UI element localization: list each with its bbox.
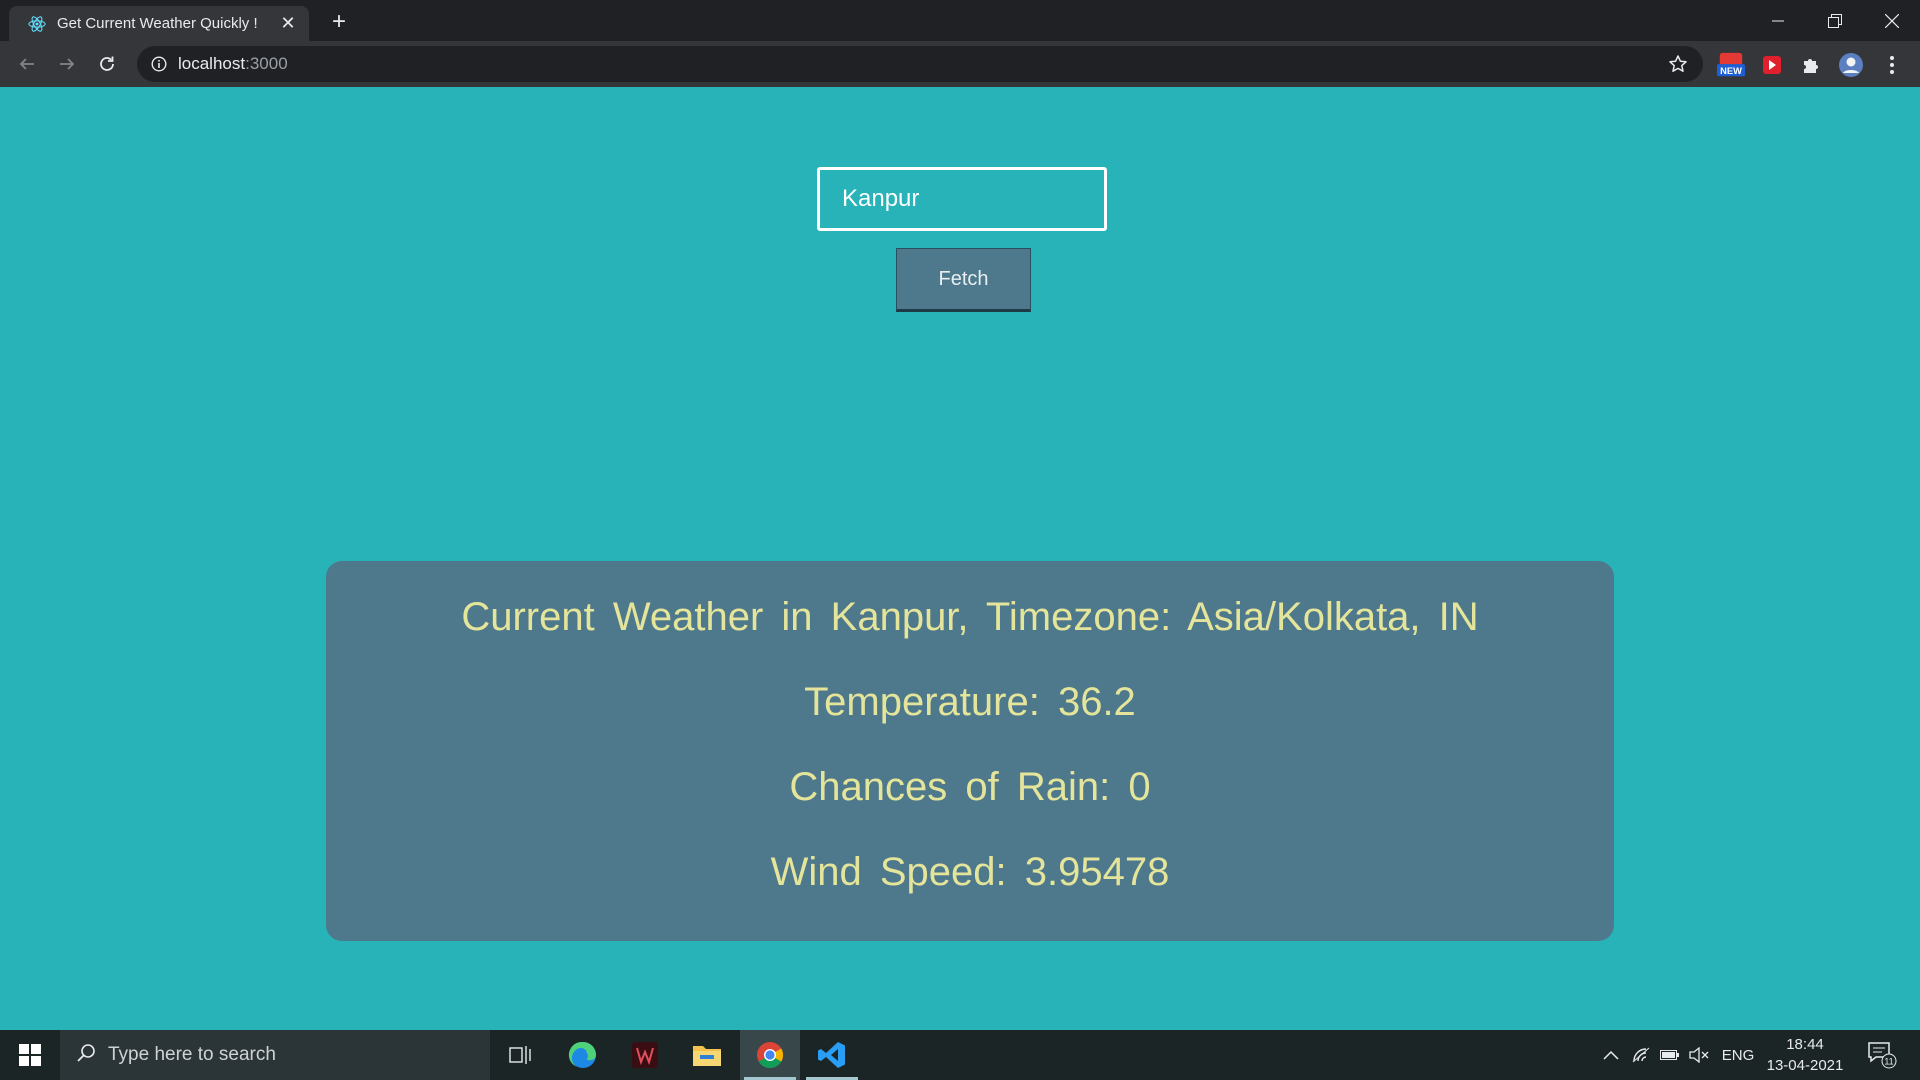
reload-icon[interactable] xyxy=(94,51,120,77)
volume-muted-icon[interactable] xyxy=(1686,1030,1712,1080)
search-placeholder: Type here to search xyxy=(108,1044,276,1065)
predator-app-icon[interactable] xyxy=(615,1030,675,1080)
taskbar-search[interactable]: Type here to search xyxy=(60,1030,490,1080)
back-arrow-icon[interactable] xyxy=(14,51,40,77)
chrome-taskbar-icon[interactable] xyxy=(740,1030,800,1080)
window-controls xyxy=(1749,0,1920,41)
info-icon[interactable] xyxy=(150,55,168,73)
weather-location-title: Current Weather in Kanpur, Timezone: Asi… xyxy=(461,595,1479,639)
weather-card: Current Weather in Kanpur, Timezone: Asi… xyxy=(326,561,1614,941)
search-icon xyxy=(76,1043,96,1068)
chevron-up-icon[interactable] xyxy=(1598,1030,1624,1080)
extension-badge-text: NEW xyxy=(1720,66,1742,76)
minimize-icon[interactable] xyxy=(1749,0,1806,41)
file-explorer-icon[interactable] xyxy=(677,1030,737,1080)
clock[interactable]: 18:44 13-04-2021 xyxy=(1760,1034,1850,1076)
video-extension-icon[interactable] xyxy=(1758,51,1786,79)
vscode-icon[interactable] xyxy=(802,1030,862,1080)
address-bar[interactable]: localhost:3000 xyxy=(137,46,1703,82)
clock-time: 18:44 xyxy=(1786,1036,1824,1053)
battery-icon[interactable] xyxy=(1657,1030,1683,1080)
url-host: localhost xyxy=(178,54,246,73)
language-indicator[interactable]: ENG xyxy=(1718,1030,1758,1080)
windows-taskbar: Type here to search ENG 18:44 13-04-2021… xyxy=(0,1030,1920,1080)
extensions-puzzle-icon[interactable] xyxy=(1797,51,1825,79)
city-input[interactable] xyxy=(817,167,1107,231)
windows-start-icon[interactable] xyxy=(0,1030,60,1080)
restore-icon[interactable] xyxy=(1806,0,1863,41)
notification-count: 11 xyxy=(1884,1057,1893,1067)
language-text: ENG xyxy=(1721,1046,1755,1064)
weather-app-page: Fetch Current Weather in Kanpur, Timezon… xyxy=(0,87,1920,1030)
menu-kebab-icon[interactable] xyxy=(1878,51,1906,79)
forward-arrow-icon[interactable] xyxy=(54,51,80,77)
extension-new-icon[interactable]: NEW xyxy=(1717,51,1745,79)
tab-title: Get Current Weather Quickly ! xyxy=(57,15,258,32)
browser-toolbar: localhost:3000 NEW xyxy=(0,41,1920,87)
task-view-icon[interactable] xyxy=(490,1030,550,1080)
temperature-text: Temperature: 36.2 xyxy=(804,680,1136,724)
url-port: :3000 xyxy=(245,54,288,73)
bookmark-star-icon[interactable] xyxy=(1667,53,1689,75)
browser-tab[interactable]: Get Current Weather Quickly ! ✕ xyxy=(9,6,309,41)
network-icon[interactable] xyxy=(1628,1030,1654,1080)
wind-speed-text: Wind Speed: 3.95478 xyxy=(770,850,1170,894)
clock-date: 13-04-2021 xyxy=(1766,1057,1844,1074)
new-tab-icon[interactable]: + xyxy=(325,8,353,36)
tab-close-icon[interactable]: ✕ xyxy=(277,13,299,34)
notification-icon[interactable]: 11 xyxy=(1862,1030,1902,1080)
rain-chance-text: Chances of Rain: 0 xyxy=(789,765,1151,809)
edge-browser-icon[interactable] xyxy=(553,1030,613,1080)
close-window-icon[interactable] xyxy=(1863,0,1920,41)
profile-avatar-icon[interactable] xyxy=(1837,51,1865,79)
browser-titlebar: Get Current Weather Quickly ! ✕ + xyxy=(0,0,1920,41)
react-icon xyxy=(27,14,47,34)
fetch-button[interactable]: Fetch xyxy=(896,248,1031,312)
